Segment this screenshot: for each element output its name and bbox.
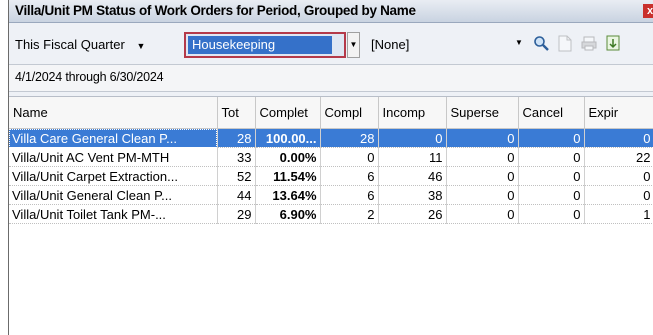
table-cell-name: Villa Care General Clean P... [9,128,218,148]
table-cell-name: Villa/Unit Toilet Tank PM-... [9,204,218,224]
table-cell-incomp: 11 [378,147,447,167]
table-cell-tot: 44 [217,185,256,205]
chevron-down-icon[interactable]: ▼ [347,32,360,58]
table-cell-cancel: 0 [518,147,585,167]
chevron-down-icon: ▼ [136,41,146,51]
table-cell-expir: 1 [584,204,653,224]
table-cell-cancel: 0 [518,185,585,205]
period-value: This Fiscal Quarter [15,37,125,52]
column-header-compl[interactable]: Compl [320,97,379,129]
date-range-bar: 4/1/2024 through 6/30/2024 [9,64,653,92]
search-icon[interactable] [532,33,550,53]
chevron-down-icon[interactable]: ▼ [515,38,523,47]
table-cell-expir: 0 [584,185,653,205]
table-cell-superse: 0 [446,166,519,186]
column-header-incomp[interactable]: Incomp [378,97,447,129]
secondary-dropdown[interactable]: [None] [371,37,409,52]
export-icon[interactable] [604,33,622,53]
table-cell-compl: 6 [320,166,379,186]
table-cell-incomp: 46 [378,166,447,186]
table-cell-incomp: 38 [378,185,447,205]
table-cell-cancel: 0 [518,128,585,148]
document-icon[interactable] [556,33,574,53]
table-row[interactable]: Villa/Unit General Clean P... 44 13.64% 6 38… [9,185,653,205]
table-row[interactable]: Villa/Unit Carpet Extraction... 52 11.54% 6… [9,166,653,186]
table-cell-complet: 0.00% [255,147,321,167]
table-cell-tot: 52 [217,166,256,186]
toolbar: This Fiscal Quarter ▼ Housekeeping ▼ [No… [9,28,653,62]
column-header-name[interactable]: Name [9,97,218,129]
table-cell-incomp: 26 [378,204,447,224]
table-cell-complet: 6.90% [255,204,321,224]
table-cell-name: Villa/Unit General Clean P... [9,185,218,205]
table-cell-compl: 2 [320,204,379,224]
table-cell-superse: 0 [446,185,519,205]
table-cell-name: Villa/Unit AC Vent PM-MTH [9,147,218,167]
table-cell-expir: 22 [584,147,653,167]
table-row[interactable]: Villa/Unit AC Vent PM-MTH 33 0.00% 0 11 0 0 22 [9,147,653,167]
table-cell-superse: 0 [446,204,519,224]
results-table: Name Tot Complet Compl Incomp Superse Cancel Ex… [9,97,653,224]
table-cell-tot: 33 [217,147,256,167]
print-icon[interactable] [580,33,598,53]
column-header-expir[interactable]: Expir [584,97,653,129]
table-cell-complet: 13.64% [255,185,321,205]
column-header-superse[interactable]: Superse [446,97,519,129]
table-cell-name: Villa/Unit Carpet Extraction... [9,166,218,186]
report-window: Villa/Unit PM Status of Work Orders for … [8,0,653,335]
table-row[interactable]: Villa Care General Clean P... 28 100.00...… [9,128,653,148]
category-value: Housekeeping [188,36,332,54]
table-cell-incomp: 0 [378,128,447,148]
table-cell-cancel: 0 [518,166,585,186]
table-cell-tot: 29 [217,204,256,224]
results-grid[interactable]: Name Tot Complet Compl Incomp Superse Cancel Ex… [9,96,653,335]
table-cell-complet: 100.00... [255,128,321,148]
close-button[interactable]: x [643,4,653,18]
column-header-cancel[interactable]: Cancel [518,97,585,129]
title-bar[interactable]: Villa/Unit PM Status of Work Orders for … [9,0,653,23]
table-cell-compl: 6 [320,185,379,205]
window-title: Villa/Unit PM Status of Work Orders for … [15,3,416,18]
table-row[interactable]: Villa/Unit Toilet Tank PM-... 29 6.90% 2 26 0… [9,204,653,224]
period-dropdown[interactable]: This Fiscal Quarter ▼ [15,37,145,52]
table-cell-tot: 28 [217,128,256,148]
column-header-tot[interactable]: Tot [217,97,256,129]
table-cell-compl: 0 [320,147,379,167]
table-cell-cancel: 0 [518,204,585,224]
date-range-label: 4/1/2024 through 6/30/2024 [15,70,164,84]
table-cell-complet: 11.54% [255,166,321,186]
column-header-complet[interactable]: Complet [255,97,321,129]
table-cell-superse: 0 [446,128,519,148]
table-cell-compl: 28 [320,128,379,148]
table-cell-expir: 0 [584,128,653,148]
table-cell-expir: 0 [584,166,653,186]
category-dropdown[interactable]: Housekeeping [184,32,346,58]
table-cell-superse: 0 [446,147,519,167]
